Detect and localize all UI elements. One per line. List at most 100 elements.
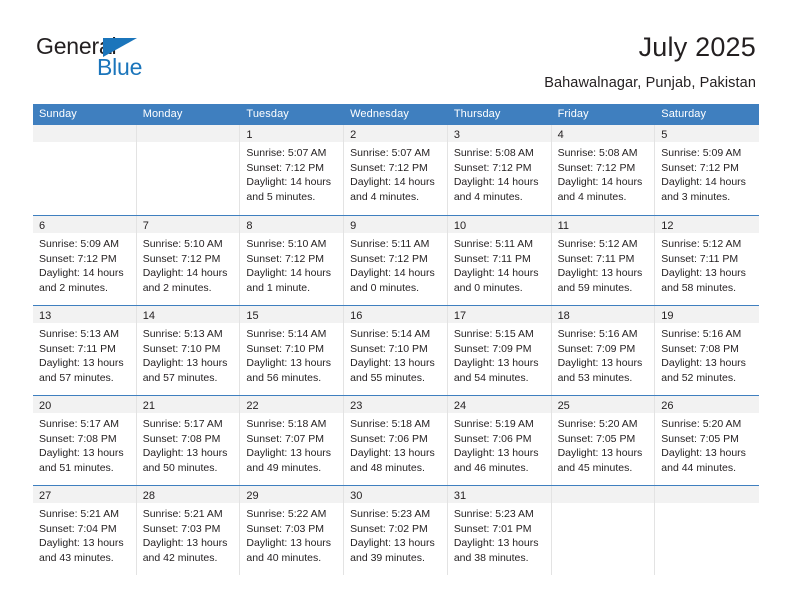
daylight-duration-line2: and 57 minutes.: [39, 371, 114, 384]
day-number: 2: [350, 129, 357, 141]
calendar-day-cell[interactable]: 22 Sunrise: 5:18 AM Sunset: 7:07 PM Dayligh…: [240, 396, 345, 485]
calendar-day-cell[interactable]: 27 Sunrise: 5:21 AM Sunset: 7:04 PM Dayligh…: [33, 486, 137, 575]
calendar-day-cell[interactable]: 24 Sunrise: 5:19 AM Sunset: 7:06 PM Dayligh…: [447, 396, 552, 485]
day-details: Sunrise: 5:10 AM Sunset: 7:12 PM Daylight:…: [137, 233, 240, 295]
sunrise-time: Sunrise: 5:13 AM: [39, 328, 119, 340]
daylight-duration-line2: and 51 minutes.: [39, 461, 114, 474]
calendar-day-cell[interactable]: 18 Sunrise: 5:16 AM Sunset: 7:09 PM Dayligh…: [551, 306, 656, 395]
day-number-band: 28: [136, 486, 240, 503]
day-details: Sunrise: 5:08 AM Sunset: 7:12 PM Daylight:…: [552, 142, 655, 204]
sunset-time: Sunset: 7:11 PM: [661, 252, 739, 265]
sunset-time: Sunset: 7:11 PM: [557, 252, 635, 265]
day-number-band: 6: [33, 216, 136, 233]
calendar-day-cell-empty: [33, 125, 137, 215]
calendar-day-cell[interactable]: 29 Sunrise: 5:22 AM Sunset: 7:03 PM Dayligh…: [240, 486, 345, 575]
calendar-day-cell[interactable]: 1 Sunrise: 5:07 AM Sunset: 7:12 PM Daylight…: [240, 125, 345, 215]
day-number: 28: [142, 490, 155, 502]
calendar-day-cell[interactable]: 20 Sunrise: 5:17 AM Sunset: 7:08 PM Dayligh…: [33, 396, 137, 485]
daylight-duration-line2: and 2 minutes.: [142, 281, 212, 294]
day-number: 29: [246, 490, 259, 502]
daylight-duration-line2: and 40 minutes.: [246, 551, 322, 564]
sunset-time: Sunset: 7:12 PM: [246, 252, 325, 265]
day-details: Sunrise: 5:23 AM Sunset: 7:01 PM Daylight:…: [448, 503, 551, 565]
day-number-band: 8: [240, 216, 344, 233]
day-number: 13: [39, 310, 52, 322]
sunrise-time: Sunrise: 5:12 AM: [661, 238, 742, 250]
daylight-duration-line2: and 38 minutes.: [453, 551, 529, 564]
calendar-day-cell[interactable]: 26 Sunrise: 5:20 AM Sunset: 7:05 PM Dayligh…: [655, 396, 759, 485]
daylight-duration-line2: and 4 minutes.: [557, 190, 627, 203]
calendar-day-cell[interactable]: 25 Sunrise: 5:20 AM Sunset: 7:05 PM Dayligh…: [551, 396, 656, 485]
calendar-day-cell[interactable]: 8 Sunrise: 5:10 AM Sunset: 7:12 PM Daylight…: [240, 216, 345, 305]
daylight-duration-line2: and 56 minutes.: [246, 371, 322, 384]
sunset-time: Sunset: 7:01 PM: [453, 522, 532, 535]
calendar-day-cell[interactable]: 7 Sunrise: 5:10 AM Sunset: 7:12 PM Daylight…: [136, 216, 241, 305]
calendar-day-cell[interactable]: 30 Sunrise: 5:23 AM Sunset: 7:02 PM Dayligh…: [344, 486, 448, 575]
sunrise-time: Sunrise: 5:17 AM: [142, 418, 223, 430]
day-details: Sunrise: 5:20 AM Sunset: 7:05 PM Daylight:…: [655, 413, 759, 475]
logo-text-blue: Blue: [97, 54, 143, 80]
sunset-time: Sunset: 7:09 PM: [557, 342, 636, 355]
calendar-day-cell[interactable]: 11 Sunrise: 5:12 AM Sunset: 7:11 PM Dayligh…: [551, 216, 656, 305]
daylight-duration-line2: and 3 minutes.: [661, 190, 731, 203]
day-number-band: [655, 486, 759, 503]
calendar-day-cell[interactable]: 3 Sunrise: 5:08 AM Sunset: 7:12 PM Daylight…: [447, 125, 552, 215]
weekday-header-monday: Monday: [142, 108, 183, 120]
sunset-time: Sunset: 7:12 PM: [39, 252, 117, 265]
calendar-day-cell[interactable]: 6 Sunrise: 5:09 AM Sunset: 7:12 PM Daylight…: [33, 216, 137, 305]
calendar-day-cell[interactable]: 28 Sunrise: 5:21 AM Sunset: 7:03 PM Dayligh…: [136, 486, 241, 575]
day-number: 15: [246, 310, 259, 322]
day-number: 25: [557, 400, 570, 412]
calendar-day-cell[interactable]: 4 Sunrise: 5:08 AM Sunset: 7:12 PM Daylight…: [551, 125, 656, 215]
calendar-day-cell[interactable]: 31 Sunrise: 5:23 AM Sunset: 7:01 PM Dayligh…: [447, 486, 552, 575]
day-number-band: 7: [136, 216, 240, 233]
calendar-day-cell[interactable]: 13 Sunrise: 5:13 AM Sunset: 7:11 PM Dayligh…: [33, 306, 137, 395]
calendar-day-cell[interactable]: 19 Sunrise: 5:16 AM Sunset: 7:08 PM Dayligh…: [655, 306, 759, 395]
daylight-duration-line2: and 43 minutes.: [39, 551, 114, 564]
sunset-time: Sunset: 7:07 PM: [246, 432, 325, 445]
day-number: 26: [661, 400, 674, 412]
daylight-duration-line2: and 59 minutes.: [557, 281, 633, 294]
calendar-day-cell[interactable]: 10 Sunrise: 5:11 AM Sunset: 7:11 PM Dayligh…: [447, 216, 552, 305]
calendar-day-cell[interactable]: 12 Sunrise: 5:12 AM Sunset: 7:11 PM Dayligh…: [655, 216, 759, 305]
day-number: 9: [350, 220, 357, 232]
day-details: Sunrise: 5:09 AM Sunset: 7:12 PM Daylight:…: [33, 233, 136, 295]
day-number: 23: [350, 400, 363, 412]
sunrise-time: Sunrise: 5:07 AM: [246, 147, 327, 159]
calendar-day-cell[interactable]: 15 Sunrise: 5:14 AM Sunset: 7:10 PM Dayligh…: [240, 306, 345, 395]
calendar-day-cell[interactable]: 14 Sunrise: 5:13 AM Sunset: 7:10 PM Dayligh…: [136, 306, 241, 395]
sunrise-time: Sunrise: 5:10 AM: [246, 238, 327, 250]
location-subtitle: Bahawalnagar, Punjab, Pakistan: [544, 75, 756, 91]
daylight-duration-line1: Daylight: 13 hours: [453, 537, 539, 550]
day-details: Sunrise: 5:11 AM Sunset: 7:11 PM Daylight:…: [448, 233, 551, 295]
day-details: Sunrise: 5:10 AM Sunset: 7:12 PM Daylight:…: [240, 233, 343, 295]
calendar-day-cell[interactable]: 2 Sunrise: 5:07 AM Sunset: 7:12 PM Daylight…: [344, 125, 448, 215]
sunrise-time: Sunrise: 5:14 AM: [246, 328, 327, 340]
calendar-day-cell[interactable]: 23 Sunrise: 5:18 AM Sunset: 7:06 PM Dayligh…: [344, 396, 448, 485]
day-number: 22: [246, 400, 259, 412]
daylight-duration-line2: and 57 minutes.: [142, 371, 218, 384]
day-details: Sunrise: 5:07 AM Sunset: 7:12 PM Daylight:…: [344, 142, 447, 204]
day-number-band: 4: [551, 125, 655, 142]
calendar-day-cell-empty: [655, 486, 759, 575]
calendar-day-cell[interactable]: 9 Sunrise: 5:11 AM Sunset: 7:12 PM Daylight…: [344, 216, 448, 305]
weekday-header-row: Sunday Monday Tuesday Wednesday Thursday Frid…: [33, 104, 759, 125]
general-blue-logo[interactable]: General Blue: [36, 30, 166, 86]
day-details: Sunrise: 5:23 AM Sunset: 7:02 PM Daylight:…: [344, 503, 447, 565]
sunrise-time: Sunrise: 5:11 AM: [350, 238, 430, 250]
sunset-time: Sunset: 7:09 PM: [453, 342, 532, 355]
day-details: Sunrise: 5:17 AM Sunset: 7:08 PM Daylight:…: [33, 413, 136, 475]
sunset-time: Sunset: 7:12 PM: [350, 161, 428, 174]
calendar-day-cell[interactable]: 21 Sunrise: 5:17 AM Sunset: 7:08 PM Dayligh…: [136, 396, 241, 485]
daylight-duration-line2: and 50 minutes.: [142, 461, 218, 474]
sunrise-time: Sunrise: 5:17 AM: [39, 418, 119, 430]
calendar-day-cell[interactable]: 16 Sunrise: 5:14 AM Sunset: 7:10 PM Dayligh…: [344, 306, 448, 395]
sunrise-time: Sunrise: 5:09 AM: [39, 238, 119, 250]
day-number-band: 27: [33, 486, 136, 503]
daylight-duration-line1: Daylight: 13 hours: [661, 447, 746, 460]
calendar-day-cell[interactable]: 5 Sunrise: 5:09 AM Sunset: 7:12 PM Daylight…: [655, 125, 759, 215]
daylight-duration-line2: and 58 minutes.: [661, 281, 736, 294]
daylight-duration-line1: Daylight: 13 hours: [142, 537, 228, 550]
calendar-day-cell[interactable]: 17 Sunrise: 5:15 AM Sunset: 7:09 PM Dayligh…: [447, 306, 552, 395]
daylight-duration-line2: and 4 minutes.: [350, 190, 420, 203]
